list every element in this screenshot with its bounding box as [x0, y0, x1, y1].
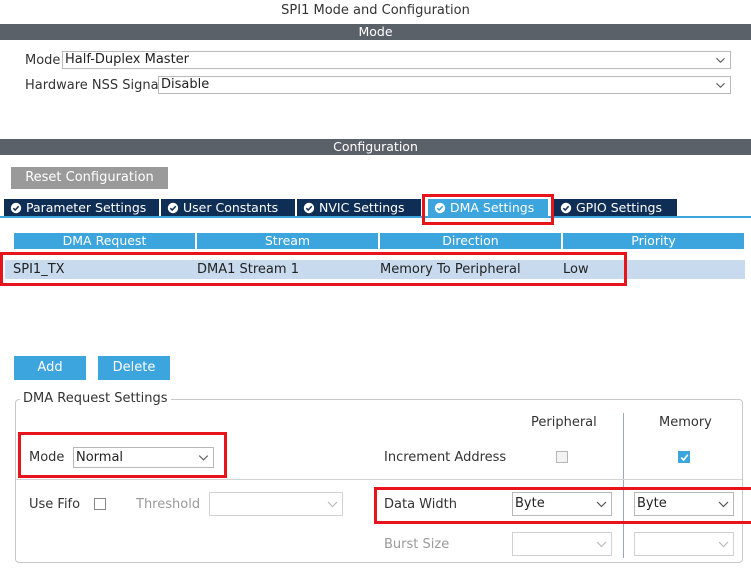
burst-size-label: Burst Size	[384, 537, 450, 552]
check-circle-icon	[560, 202, 572, 214]
tab-user-constants[interactable]: User Constants	[161, 199, 295, 217]
tab-parameter-settings[interactable]: Parameter Settings	[4, 199, 159, 217]
nss-select-value: Disable	[161, 77, 210, 92]
peripheral-column-label: Peripheral	[531, 415, 597, 430]
dma-request-settings-legend: DMA Request Settings	[20, 391, 171, 406]
column-header-dma-request[interactable]: DMA Request	[14, 233, 195, 249]
tab-label: Parameter Settings	[26, 200, 147, 215]
nss-select[interactable]: Disable	[158, 76, 731, 94]
tab-label: NVIC Settings	[319, 200, 405, 215]
section-divider	[16, 479, 742, 480]
highlight-box-table-row	[0, 252, 627, 286]
column-header-stream[interactable]: Stream	[197, 233, 378, 249]
mode-label: Mode	[25, 53, 61, 68]
increment-peripheral-checkbox[interactable]	[556, 451, 568, 463]
tab-gpio-settings[interactable]: GPIO Settings	[554, 199, 677, 217]
chevron-down-icon	[716, 82, 725, 88]
window-title: SPI1 Mode and Configuration	[281, 3, 470, 18]
increment-address-label: Increment Address	[384, 450, 507, 465]
tab-label: GPIO Settings	[576, 200, 662, 215]
chevron-down-icon	[596, 541, 607, 548]
increment-memory-checkbox[interactable]	[678, 451, 690, 463]
use-fifo-checkbox[interactable]	[94, 498, 106, 510]
tab-nvic-settings[interactable]: NVIC Settings	[297, 199, 421, 217]
burst-size-peripheral-select[interactable]	[512, 532, 612, 556]
chevron-down-icon	[718, 541, 729, 548]
mode-section-header: Mode	[0, 24, 751, 40]
add-button[interactable]: Add	[14, 356, 86, 380]
check-circle-icon	[167, 202, 179, 214]
highlight-box-mode	[18, 432, 227, 478]
checkmark-icon	[680, 454, 689, 462]
column-divider	[623, 413, 624, 558]
burst-size-memory-select[interactable]	[634, 532, 734, 556]
tab-label: User Constants	[183, 200, 279, 215]
config-section-header: Configuration	[0, 139, 751, 155]
check-circle-icon	[10, 202, 22, 214]
nss-label: Hardware NSS Signal	[25, 78, 163, 93]
mode-select[interactable]: Half-Duplex Master	[62, 51, 731, 69]
column-header-direction[interactable]: Direction	[380, 233, 561, 249]
delete-button[interactable]: Delete	[98, 356, 170, 380]
highlight-box-data-width	[374, 487, 751, 524]
use-fifo-label: Use Fifo	[29, 497, 81, 512]
mode-select-value: Half-Duplex Master	[65, 52, 190, 67]
tab-underline	[0, 216, 751, 218]
threshold-select[interactable]	[209, 492, 343, 516]
memory-column-label: Memory	[659, 415, 712, 430]
threshold-label: Threshold	[136, 497, 201, 512]
highlight-box-dma-tab	[422, 194, 554, 225]
chevron-down-icon	[327, 501, 338, 508]
chevron-down-icon	[716, 57, 725, 63]
column-header-priority[interactable]: Priority	[563, 233, 744, 249]
reset-configuration-button[interactable]: Reset Configuration	[11, 167, 168, 189]
check-circle-icon	[303, 202, 315, 214]
